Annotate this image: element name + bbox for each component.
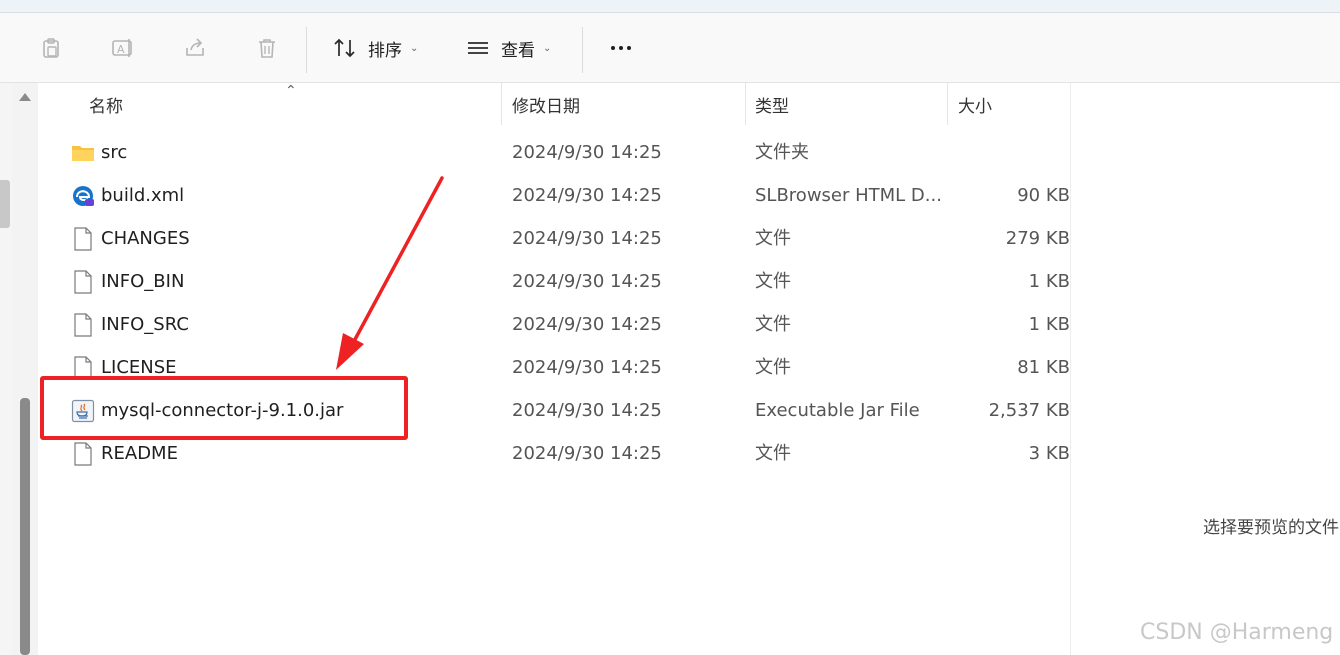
file-date: 2024/9/30 14:25 <box>512 142 662 163</box>
view-label: 查看 <box>501 40 535 61</box>
file-size: 279 KB <box>1005 228 1070 249</box>
file-icon <box>71 313 95 337</box>
rename-icon[interactable]: A <box>108 33 138 63</box>
paste-icon[interactable] <box>36 33 66 63</box>
file-size: 1 KB <box>1028 314 1070 335</box>
delete-icon[interactable] <box>252 33 282 63</box>
file-size: 1 KB <box>1028 271 1070 292</box>
file-row[interactable]: INFO_BIN 2024/9/30 14:25 文件 1 KB <box>38 260 1070 303</box>
watermark: CSDN @Harmeng <box>1140 620 1334 645</box>
chevron-down-icon: ⌄ <box>543 42 552 54</box>
file-date: 2024/9/30 14:25 <box>512 357 662 378</box>
file-size: 81 KB <box>1017 357 1070 378</box>
sort-ascending-icon: ⌃ <box>285 83 297 99</box>
sort-label: 排序 <box>368 40 402 61</box>
file-date: 2024/9/30 14:25 <box>512 400 662 421</box>
file-icon <box>71 442 95 466</box>
file-type: Executable Jar File <box>755 400 920 421</box>
column-name-header[interactable]: 名称 <box>89 83 123 125</box>
file-icon <box>71 270 95 294</box>
file-row[interactable]: CHANGES 2024/9/30 14:25 文件 279 KB <box>38 217 1070 260</box>
sort-button[interactable]: 排序 ⌄ <box>332 33 418 63</box>
command-bar: A 排序 ⌄ 查看 ⌄ <box>0 13 1340 83</box>
file-size: 90 KB <box>1017 185 1070 206</box>
file-name: CHANGES <box>101 228 190 249</box>
file-type: SLBrowser HTML D... <box>755 185 942 206</box>
toolbar-separator <box>582 27 583 73</box>
file-type: 文件 <box>755 271 791 292</box>
sort-icon <box>334 38 355 58</box>
file-size: 3 KB <box>1028 443 1070 464</box>
nav-scroll-thumb[interactable] <box>0 180 10 228</box>
file-name: INFO_BIN <box>101 271 185 292</box>
view-button[interactable]: 查看 ⌄ <box>466 33 551 63</box>
vertical-scrollbar[interactable] <box>12 83 38 655</box>
svg-text:A: A <box>117 43 125 56</box>
view-icon <box>468 42 488 54</box>
file-type: 文件 <box>755 357 791 378</box>
column-divider[interactable] <box>501 83 502 125</box>
file-name: build.xml <box>101 185 185 206</box>
file-name: src <box>101 142 128 163</box>
column-date-header[interactable]: 修改日期 <box>512 83 580 125</box>
file-row[interactable]: build.xml 2024/9/30 14:25 SLBrowser HTML… <box>38 174 1070 217</box>
file-date: 2024/9/30 14:25 <box>512 314 662 335</box>
more-options-icon[interactable] <box>606 33 636 63</box>
scroll-up-icon[interactable] <box>19 93 31 101</box>
share-icon[interactable] <box>180 33 210 63</box>
toolbar-separator <box>306 27 307 73</box>
column-divider[interactable] <box>947 83 948 125</box>
file-row[interactable]: INFO_SRC 2024/9/30 14:25 文件 1 KB <box>38 303 1070 346</box>
file-date: 2024/9/30 14:25 <box>512 443 662 464</box>
browser-file-icon <box>71 184 95 208</box>
file-date: 2024/9/30 14:25 <box>512 271 662 292</box>
file-name: INFO_SRC <box>101 314 189 335</box>
file-date: 2024/9/30 14:25 <box>512 228 662 249</box>
file-size <box>948 131 1070 174</box>
preview-pane: 选择要预览的文件 <box>1070 83 1340 655</box>
file-row[interactable]: src 2024/9/30 14:25 文件夹 <box>38 131 1070 174</box>
folder-icon <box>71 141 95 165</box>
scroll-thumb[interactable] <box>20 398 30 655</box>
file-icon <box>71 227 95 251</box>
navigation-pane <box>0 83 12 655</box>
column-type-header[interactable]: 类型 <box>755 83 789 125</box>
column-size-header[interactable]: 大小 <box>958 83 992 125</box>
file-size: 2,537 KB <box>988 400 1070 421</box>
file-type: 文件 <box>755 314 791 335</box>
chevron-down-icon: ⌄ <box>410 42 419 54</box>
preview-placeholder: 选择要预览的文件 <box>1203 518 1339 538</box>
column-header: ⌃ 名称 修改日期 类型 大小 <box>38 83 1070 125</box>
highlight-box <box>40 376 408 440</box>
window-top-strip <box>0 0 1340 13</box>
file-date: 2024/9/30 14:25 <box>512 185 662 206</box>
column-divider[interactable] <box>745 83 746 125</box>
file-type: 文件 <box>755 443 791 464</box>
file-type: 文件夹 <box>755 142 809 163</box>
file-type: 文件 <box>755 228 791 249</box>
